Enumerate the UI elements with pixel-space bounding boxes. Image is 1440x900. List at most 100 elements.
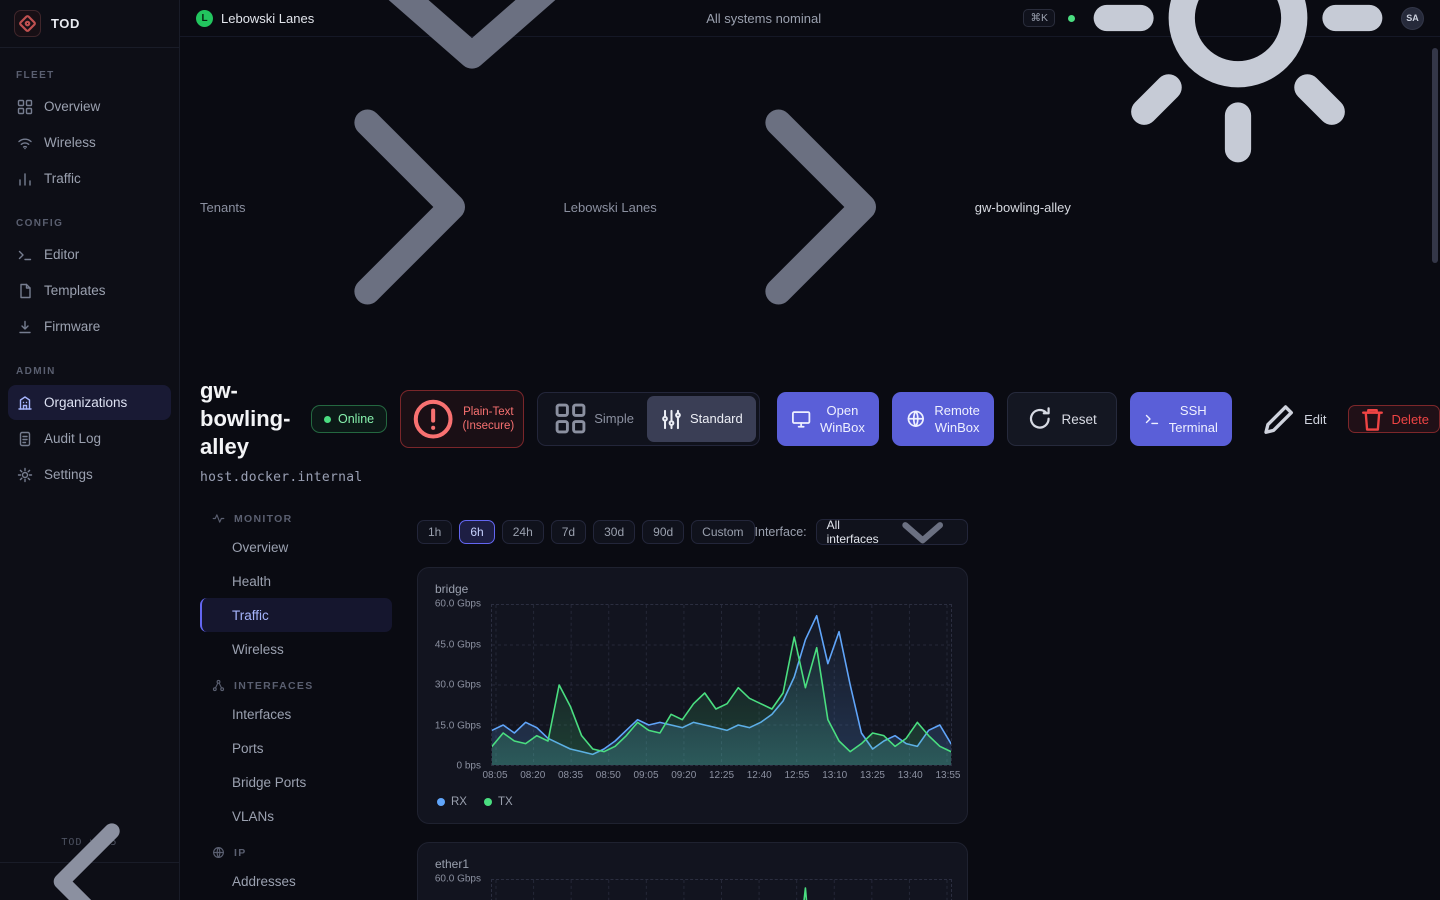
range-button-custom[interactable]: Custom <box>691 520 754 544</box>
reset-label: Reset <box>1061 412 1096 427</box>
breadcrumb-item-gw-bowling-alley: gw-bowling-alley <box>975 200 1071 215</box>
x-axis-label: 12:40 <box>747 770 772 781</box>
ssh-terminal-button[interactable]: SSH Terminal <box>1130 392 1232 446</box>
subnav-section-interfaces: INTERFACES <box>212 679 392 692</box>
subnav-item-addresses[interactable]: Addresses <box>200 864 392 898</box>
terminal-icon <box>17 247 33 263</box>
range-button-24h[interactable]: 24h <box>502 520 544 544</box>
chart-card-ether1: ether160.0 Gbps45.0 Gbps30.0 Gbps15.0 Gb… <box>417 842 968 900</box>
system-status-text: All systems nominal <box>706 11 821 26</box>
sidebar-item-organizations[interactable]: Organizations <box>8 385 171 420</box>
sidebar-item-firmware[interactable]: Firmware <box>8 309 171 344</box>
sidebar-item-editor[interactable]: Editor <box>8 237 171 272</box>
insecure-badge-label: Plain-Text (Insecure) <box>462 405 514 433</box>
sidebar-item-traffic[interactable]: Traffic <box>8 161 171 196</box>
nodes-icon <box>212 679 225 692</box>
subnav-section-monitor: MONITOR <box>212 512 392 525</box>
sidebar-item-audit-log[interactable]: Audit Log <box>8 421 171 456</box>
subnav-section-label: INTERFACES <box>234 680 314 692</box>
breadcrumb-item-lebowski-lanes[interactable]: Lebowski Lanes <box>564 200 657 215</box>
sidebar-item-label: Traffic <box>44 171 81 186</box>
alert-icon <box>410 396 456 442</box>
sidebar-item-wireless[interactable]: Wireless <box>8 125 171 160</box>
x-axis-label: 13:10 <box>822 770 847 781</box>
subnav-item-bridge-ports[interactable]: Bridge Ports <box>200 765 392 799</box>
trash-icon <box>1359 406 1386 433</box>
chevron-right-icon <box>666 57 966 357</box>
breadcrumb-item-tenants[interactable]: Tenants <box>200 200 246 215</box>
diamond-icon <box>15 11 40 36</box>
nav-section-label-admin: ADMIN <box>16 366 163 377</box>
sidebar-item-label: Settings <box>44 467 93 482</box>
sidebar-item-overview[interactable]: Overview <box>8 89 171 124</box>
range-button-90d[interactable]: 90d <box>642 520 684 544</box>
main-area: L Lebowski Lanes All systems nominal ⌘K … <box>180 0 1440 900</box>
y-axis: 60.0 Gbps45.0 Gbps30.0 Gbps15.0 Gbps0 bp… <box>433 879 485 900</box>
sidebar-item-label: Templates <box>44 283 106 298</box>
x-axis-label: 13:25 <box>860 770 885 781</box>
tenant-avatar: L <box>196 10 213 27</box>
sidebar-nav: FLEET OverviewWireless Traffic CONFIG Editor… <box>0 48 179 493</box>
sidebar-item-templates[interactable]: Templates <box>8 273 171 308</box>
scrollbar-thumb[interactable] <box>1432 48 1438 263</box>
x-axis-label: 08:20 <box>520 770 545 781</box>
sidebar-item-label: Organizations <box>44 395 127 410</box>
subnav-section-label: IP <box>234 847 247 859</box>
tenant-name: Lebowski Lanes <box>221 11 314 26</box>
x-axis-label: 12:25 <box>709 770 734 781</box>
subnav-item-interfaces[interactable]: Interfaces <box>200 697 392 731</box>
command-palette-shortcut[interactable]: ⌘K <box>1023 9 1055 27</box>
online-dot-icon <box>324 416 331 423</box>
view-mode-standard[interactable]: Standard <box>647 396 756 441</box>
chart-legend: RXTX <box>437 796 952 808</box>
bars-icon <box>17 171 33 187</box>
edit-label: Edit <box>1304 412 1326 427</box>
standard-label: Standard <box>690 411 743 426</box>
sidebar-collapse-button[interactable] <box>0 862 179 900</box>
subnav-item-vlans[interactable]: VLANs <box>200 799 392 833</box>
range-button-1h[interactable]: 1h <box>417 520 452 544</box>
view-mode-toggle: Simple Standard <box>537 392 760 445</box>
range-button-30d[interactable]: 30d <box>593 520 635 544</box>
delete-button[interactable]: Delete <box>1348 405 1440 433</box>
subnav-item-ports[interactable]: Ports <box>200 731 392 765</box>
x-axis-label: 13:40 <box>898 770 923 781</box>
subnav-section-label: MONITOR <box>234 513 293 525</box>
title-wrap: gw-bowling-alley <box>200 377 298 461</box>
plot-area <box>491 604 952 766</box>
online-badge-label: Online <box>338 412 374 426</box>
breadcrumb: Tenants Lebowski Lanes gw-bowling-alley <box>200 57 1440 357</box>
time-range-group: 1h 6h 24h 7d 30d 90d Custom <box>417 520 755 544</box>
x-axis-label: 09:20 <box>671 770 696 781</box>
subnav-item-overview[interactable]: Overview <box>200 530 392 564</box>
device-subnav: MONITOR OverviewHealthTrafficWireless INTE… <box>200 499 392 900</box>
grid-icon <box>554 402 587 435</box>
tod-logo-icon <box>14 10 41 37</box>
interface-label: Interface: <box>755 525 807 539</box>
chart-card-bridge: bridge60.0 Gbps45.0 Gbps30.0 Gbps15.0 Gb… <box>417 567 968 824</box>
range-button-7d[interactable]: 7d <box>551 520 586 544</box>
monitor-icon <box>791 409 811 429</box>
grid-icon <box>17 99 33 115</box>
x-axis-label: 08:05 <box>482 770 507 781</box>
subnav-item-health[interactable]: Health <box>200 564 392 598</box>
open-winbox-button[interactable]: Open WinBox <box>777 392 879 446</box>
subnav-item-traffic[interactable]: Traffic <box>200 598 392 632</box>
range-button-6h[interactable]: 6h <box>459 520 494 544</box>
sidebar-item-label: Firmware <box>44 319 100 334</box>
legend-rx: RX <box>437 796 467 808</box>
nav-section-label-config: CONFIG <box>16 218 163 229</box>
edit-button[interactable]: Edit <box>1251 405 1336 433</box>
interface-select[interactable]: All interfaces <box>816 519 968 545</box>
y-axis-label: 60.0 Gbps <box>435 599 481 610</box>
y-axis-label: 0 bps <box>457 761 481 772</box>
view-mode-simple[interactable]: Simple <box>541 396 647 441</box>
sidebar-item-label: Audit Log <box>44 431 101 446</box>
subnav-item-wireless[interactable]: Wireless <box>200 632 392 666</box>
reset-button[interactable]: Reset <box>1007 392 1117 446</box>
nav-section-label-fleet: FLEET <box>16 70 163 81</box>
wifi-icon <box>17 135 33 151</box>
sidebar-item-settings[interactable]: Settings <box>8 457 171 492</box>
remote-winbox-button[interactable]: Remote WinBox <box>892 392 994 446</box>
user-avatar[interactable]: SA <box>1401 7 1424 30</box>
